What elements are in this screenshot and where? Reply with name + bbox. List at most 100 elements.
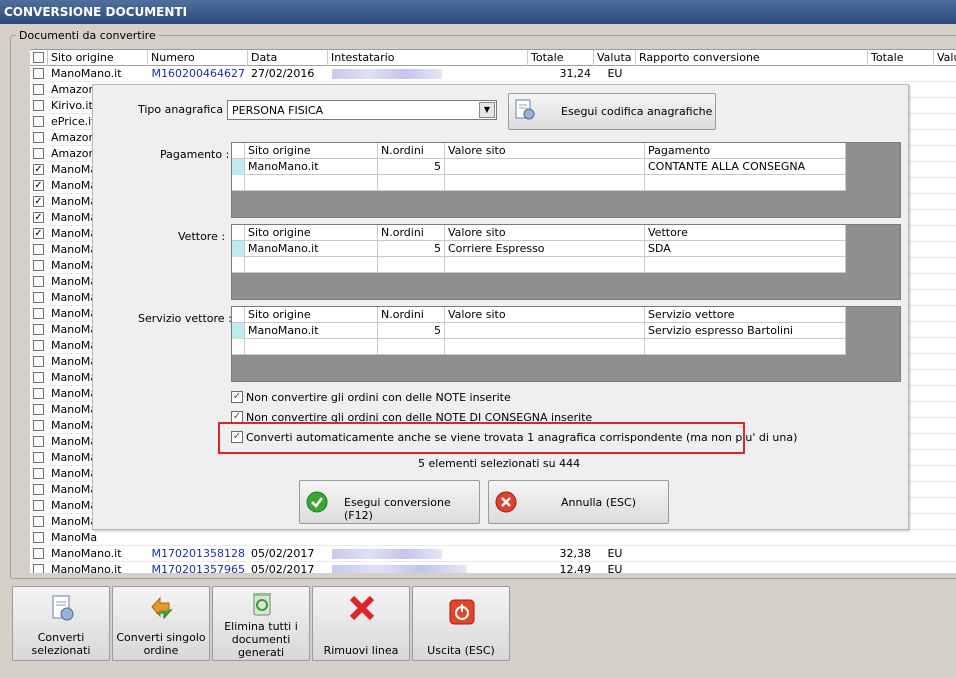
row-checkbox[interactable] <box>33 132 44 143</box>
row-checkbox[interactable] <box>33 468 44 479</box>
cell-totale[interactable]: 32,38 <box>528 546 594 562</box>
row-checkbox[interactable] <box>33 292 44 303</box>
cell-numero[interactable]: M170201358128 <box>148 546 248 562</box>
servizio-cell-nordini[interactable]: 5 <box>378 323 445 339</box>
col-data[interactable]: Data <box>248 50 328 66</box>
cell-valuta[interactable]: EU <box>594 66 636 82</box>
esegui-conversione-button[interactable]: Esegui conversione (F12) <box>299 480 480 524</box>
table-row[interactable]: ManoMano.it 5 Servizio espresso Bartolin… <box>232 323 846 339</box>
vettore-cell-vettore[interactable]: SDA <box>645 241 846 257</box>
row-checkbox[interactable] <box>33 100 44 111</box>
cell-numero[interactable]: M170201357965 <box>148 562 248 573</box>
row-checkbox[interactable] <box>33 436 44 447</box>
rimuovi-linea-button[interactable]: Rimuovi linea <box>312 586 410 661</box>
pagamento-grid[interactable]: Sito origine N.ordini Valore sito Pagame… <box>231 142 901 218</box>
row-checkbox[interactable] <box>33 404 44 415</box>
converti-singolo-button[interactable]: Converti singolo ordine <box>112 586 210 661</box>
cell-sito[interactable]: ManoMano.it <box>48 562 148 573</box>
cell-numero[interactable] <box>148 530 248 546</box>
table-row[interactable]: ManoMano.it M170201358128 05/02/2017 32,38 E… <box>30 546 956 562</box>
cell-sito[interactable]: ManoMa <box>48 530 148 546</box>
servizio-grid[interactable]: Sito origine N.ordini Valore sito Serviz… <box>231 306 901 382</box>
cell-valuta[interactable] <box>594 530 636 546</box>
servizio-header: Sito origine N.ordini Valore sito Serviz… <box>232 307 846 323</box>
row-checkbox[interactable] <box>33 388 44 399</box>
row-checkbox[interactable] <box>33 372 44 383</box>
row-checkbox[interactable] <box>33 84 44 95</box>
row-checkbox[interactable] <box>33 564 44 573</box>
row-checkbox[interactable] <box>33 484 44 495</box>
row-checkbox[interactable]: ✓ <box>33 212 44 223</box>
row-checkbox[interactable] <box>33 452 44 463</box>
servizio-cell-servizio[interactable]: Servizio espresso Bartolini <box>645 323 846 339</box>
pagamento-cell-valore[interactable] <box>445 159 645 175</box>
vettore-grid[interactable]: Sito origine N.ordini Valore sito Vettor… <box>231 224 901 300</box>
servizio-cell-sito[interactable]: ManoMano.it <box>245 323 378 339</box>
elimina-documenti-button[interactable]: Elimina tutti i documenti generati <box>212 586 310 661</box>
table-row[interactable]: ManoMano.it M160200464627 27/02/2016 31,24 E… <box>30 66 956 82</box>
col-valuta-2[interactable]: Valu <box>934 50 956 66</box>
cell-data[interactable]: 05/02/2017 <box>248 562 328 573</box>
table-row[interactable] <box>232 257 846 273</box>
row-checkbox[interactable]: ✓ <box>33 196 44 207</box>
vettore-cell-nordini[interactable]: 5 <box>378 241 445 257</box>
servizio-cell-valore[interactable] <box>445 323 645 339</box>
col-numero[interactable]: Numero <box>148 50 248 66</box>
row-checkbox[interactable] <box>33 420 44 431</box>
row-checkbox[interactable]: ✓ <box>33 180 44 191</box>
option-no-note-checkbox[interactable]: ✓ <box>231 391 243 403</box>
row-checkbox[interactable] <box>33 308 44 319</box>
uscita-button[interactable]: Uscita (ESC) <box>412 586 510 661</box>
row-checkbox[interactable] <box>33 148 44 159</box>
pagamento-cell-nordini[interactable]: 5 <box>378 159 445 175</box>
col-intestatario[interactable]: Intestatario <box>328 50 528 66</box>
vettore-cell-valore[interactable]: Corriere Espresso <box>445 241 645 257</box>
pagamento-cell-pagamento[interactable]: CONTANTE ALLA CONSEGNA <box>645 159 846 175</box>
table-row[interactable] <box>232 339 846 355</box>
row-checkbox[interactable] <box>33 356 44 367</box>
cell-totale[interactable] <box>528 530 594 546</box>
cell-data[interactable]: 27/02/2016 <box>248 66 328 82</box>
select-all-header[interactable] <box>30 50 48 66</box>
table-row[interactable]: ManoMa <box>30 530 956 546</box>
row-checkbox[interactable] <box>33 116 44 127</box>
row-checkbox[interactable] <box>33 532 44 543</box>
chevron-down-icon[interactable]: ▼ <box>479 102 495 118</box>
pagamento-cell-sito[interactable]: ManoMano.it <box>245 159 378 175</box>
annulla-button[interactable]: Annulla (ESC) <box>488 480 669 524</box>
vettore-cell-sito[interactable]: ManoMano.it <box>245 241 378 257</box>
cell-data[interactable] <box>248 530 328 546</box>
cell-data[interactable]: 05/02/2017 <box>248 546 328 562</box>
row-checkbox[interactable] <box>33 68 44 79</box>
tipo-anagrafica-select[interactable]: PERSONA FISICA ▼ <box>227 100 497 120</box>
row-checkbox[interactable] <box>33 548 44 559</box>
converti-selezionati-button[interactable]: Converti selezionati <box>12 586 110 661</box>
row-checkbox[interactable] <box>33 260 44 271</box>
row-checkbox[interactable] <box>33 500 44 511</box>
table-row[interactable]: ManoMano.it 5 CONTANTE ALLA CONSEGNA <box>232 159 846 175</box>
row-checkbox[interactable]: ✓ <box>33 228 44 239</box>
row-checkbox[interactable] <box>33 244 44 255</box>
row-checkbox[interactable] <box>33 340 44 351</box>
col-totale[interactable]: Totale <box>528 50 594 66</box>
row-checkbox[interactable] <box>33 324 44 335</box>
row-checkbox[interactable] <box>33 516 44 527</box>
col-totale-2[interactable]: Totale <box>868 50 934 66</box>
row-checkbox[interactable] <box>33 276 44 287</box>
cell-sito[interactable]: ManoMano.it <box>48 546 148 562</box>
cell-totale[interactable]: 12,49 <box>528 562 594 573</box>
table-row[interactable] <box>232 175 846 191</box>
cell-numero[interactable]: M160200464627 <box>148 66 248 82</box>
col-rapporto[interactable]: Rapporto conversione <box>636 50 868 66</box>
table-row[interactable]: ManoMano.it 5 Corriere Espresso SDA <box>232 241 846 257</box>
table-row[interactable]: ManoMano.it M170201357965 05/02/2017 12,49 E… <box>30 562 956 573</box>
col-sito-origine[interactable]: Sito origine <box>48 50 148 66</box>
row-checkbox[interactable]: ✓ <box>33 164 44 175</box>
col-valuta[interactable]: Valuta <box>594 50 636 66</box>
cell-totale[interactable]: 31,24 <box>528 66 594 82</box>
cell-valuta[interactable]: EU <box>594 546 636 562</box>
cell-valuta[interactable]: EU <box>594 562 636 573</box>
esegui-codifica-button[interactable]: Esegui codifica anagrafiche <box>508 93 716 130</box>
select-all-checkbox[interactable] <box>33 52 44 63</box>
cell-sito[interactable]: ManoMano.it <box>48 66 148 82</box>
